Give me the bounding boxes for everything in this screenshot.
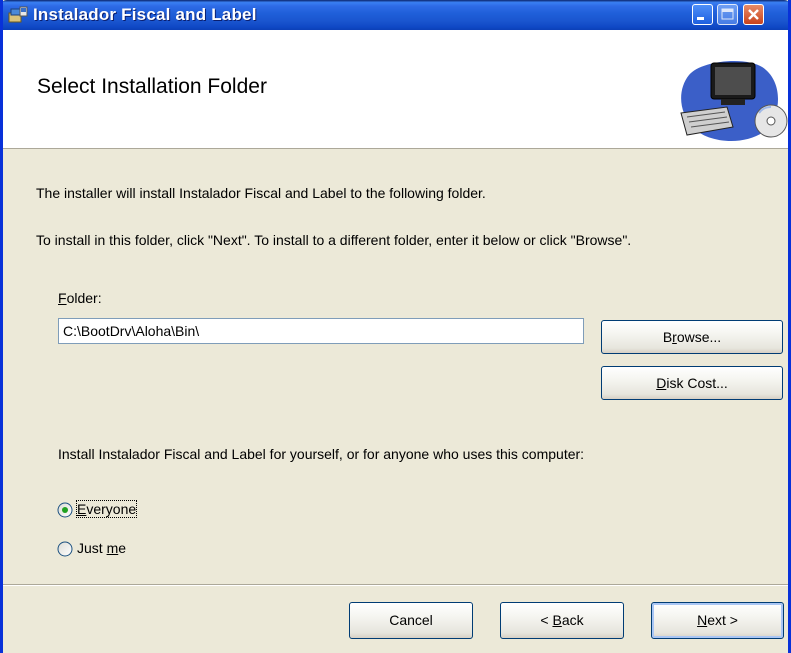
next-button[interactable]: Next > (651, 602, 784, 639)
folder-label-mnemonic: F (58, 290, 67, 306)
computer-icon (671, 55, 788, 145)
footer-separator (3, 584, 788, 586)
back-button[interactable]: < Back (500, 602, 624, 639)
radio-unselected-icon[interactable] (57, 541, 73, 557)
disk-cost-label-mnemonic: D (656, 375, 667, 391)
back-label-mnemonic: B (552, 612, 562, 628)
page-title: Select Installation Folder (37, 75, 267, 98)
close-icon (748, 9, 759, 20)
just-me-label-pre: Just (77, 540, 107, 556)
disk-cost-button[interactable]: Disk Cost... (601, 366, 783, 400)
next-label-mnemonic: N (697, 612, 708, 628)
title-bar[interactable]: Instalador Fiscal and Label (3, 0, 788, 30)
install-target-text: The installer will install Instalador Fi… (36, 185, 486, 201)
just-me-mnemonic: m (106, 540, 119, 556)
folder-label-rest: older: (66, 290, 102, 306)
maximize-button[interactable] (717, 4, 738, 25)
everyone-mnemonic: E (77, 501, 87, 517)
browse-label-post: owse... (676, 329, 722, 345)
back-label-post: ack (561, 612, 584, 628)
browse-button[interactable]: Browse... (601, 320, 783, 354)
folder-input[interactable] (58, 318, 584, 344)
installer-window: Instalador Fiscal and Label Select Insta… (0, 0, 791, 653)
disk-cost-label-post: isk Cost... (666, 375, 728, 391)
install-scope-question: Install Instalador Fiscal and Label for … (58, 446, 585, 462)
radio-selected-icon[interactable] (57, 502, 73, 518)
radio-just-me-label: Just me (77, 540, 126, 556)
cancel-button[interactable]: Cancel (349, 602, 473, 639)
installer-app-icon (8, 6, 28, 24)
everyone-label-post: veryone (86, 501, 137, 517)
back-label-pre: < (540, 612, 553, 628)
window-title: Instalador Fiscal and Label (33, 5, 257, 24)
just-me-label-post: e (118, 540, 127, 556)
folder-label: Folder: (58, 290, 102, 306)
next-label-post: ext > (707, 612, 738, 628)
maximize-icon (721, 8, 734, 20)
install-instructions-text: To install in this folder, click "Next".… (36, 232, 632, 248)
close-button[interactable] (743, 4, 764, 25)
radio-everyone-label: Everyone (75, 500, 138, 518)
browse-label-pre: B (662, 329, 673, 345)
minimize-button[interactable] (692, 4, 713, 25)
minimize-icon (697, 17, 704, 20)
